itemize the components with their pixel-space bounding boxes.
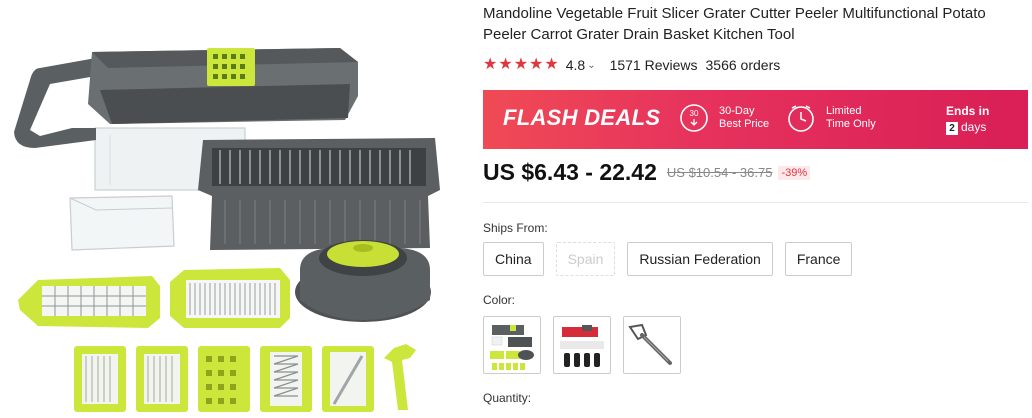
ship-option-france[interactable]: France [784, 242, 853, 276]
flash-deals-title: FLASH DEALS [503, 105, 661, 130]
flash-deals-banner: FLASH DEALS 30 30-Day Best Price Limited… [483, 90, 1028, 149]
swatch-image-red-set [560, 325, 604, 367]
color-swatch-set-gray[interactable] [483, 316, 541, 374]
star-icon: ★ [513, 56, 529, 73]
ends-in-countdown: Ends in 2 days [946, 103, 989, 135]
calendar-icon-number: 30 [690, 109, 699, 118]
days-unit: days [961, 120, 987, 134]
current-price: US $6.43 - 22.42 [483, 159, 657, 185]
ship-option-spain: Spain [555, 242, 616, 276]
discount-badge: -39% [778, 165, 811, 180]
calendar-30-icon: 30 [680, 104, 708, 132]
price-row: US $6.43 - 22.42 US $10.54 - 36.75 -39% [483, 159, 811, 186]
clock-icon [788, 105, 814, 132]
original-price: US $10.54 - 36.75 [666, 165, 773, 180]
star-icon: ★ [498, 56, 513, 73]
color-swatch-peeler[interactable] [623, 316, 681, 374]
rating-value[interactable]: 4.8 [566, 57, 585, 73]
product-title: Mandoline Vegetable Fruit Slicer Grater … [483, 5, 986, 43]
limited-time-feature: Limited Time Only [826, 105, 876, 131]
quantity-label: Quantity: [483, 391, 532, 405]
ship-option-russian-federation[interactable]: Russian Federation [627, 242, 773, 276]
ends-in-days: 2 days [946, 119, 989, 135]
best-price-feature: 30-Day Best Price [719, 105, 769, 131]
star-icon: ★ [544, 56, 559, 73]
product-info: Mandoline Vegetable Fruit Slicer Grater … [483, 0, 1028, 418]
star-icon: ★ [529, 56, 544, 73]
chevron-down-icon[interactable]: ⌄ [587, 60, 595, 71]
divider [483, 202, 1028, 203]
ends-in-label: Ends in [946, 104, 990, 118]
mandoline-product-photo [14, 48, 440, 412]
orders-count: 3566 orders [705, 57, 781, 73]
color-label: Color: [483, 293, 516, 307]
color-swatch-set-red[interactable] [553, 316, 611, 374]
reviews-link[interactable]: 1571 Reviews [610, 57, 698, 73]
rating-stars: ★ ★ ★ ★ ★ [483, 57, 559, 73]
swatch-image-gray-set [490, 325, 534, 370]
feature-line: Time Only [826, 118, 876, 130]
product-image[interactable] [0, 0, 470, 418]
ships-from-options: China Spain Russian Federation France [483, 242, 853, 276]
color-options [483, 316, 681, 374]
swatch-image-peeler [628, 323, 672, 365]
rating-row: ★ ★ ★ ★ ★ 4.8 ⌄ 1571 Reviews 3566 orders [483, 55, 1028, 75]
days-value: 2 [946, 122, 958, 135]
feature-line: Limited [826, 105, 862, 117]
star-icon: ★ [483, 56, 498, 73]
ship-option-china[interactable]: China [483, 242, 544, 276]
feature-line: 30-Day [719, 105, 755, 117]
feature-line: Best Price [719, 118, 770, 130]
ships-from-label: Ships From: [483, 221, 548, 235]
